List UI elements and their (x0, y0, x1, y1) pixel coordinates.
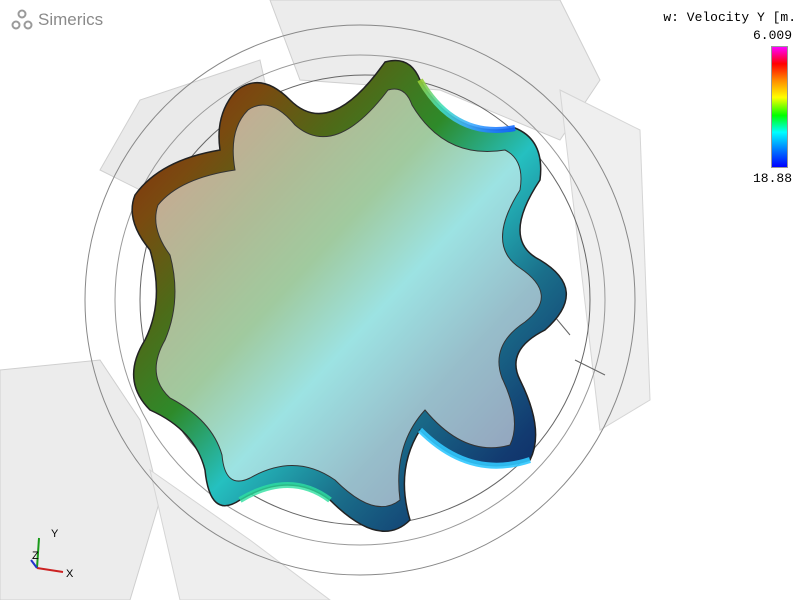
x-axis-label: X (66, 568, 74, 580)
simerics-logo-icon (11, 9, 33, 30)
legend-title: w: Velocity Y [m. (663, 10, 796, 25)
legend-colorbar (771, 46, 788, 168)
legend-min-label: 18.88 (752, 171, 792, 186)
y-axis-label: Y (51, 528, 59, 540)
3d-viewport[interactable] (0, 0, 800, 600)
app-logo: Simerics (10, 8, 103, 32)
legend-max-label: 6.009 (752, 28, 792, 43)
logo-text: Simerics (38, 10, 104, 29)
z-axis-label: Z (32, 550, 39, 562)
